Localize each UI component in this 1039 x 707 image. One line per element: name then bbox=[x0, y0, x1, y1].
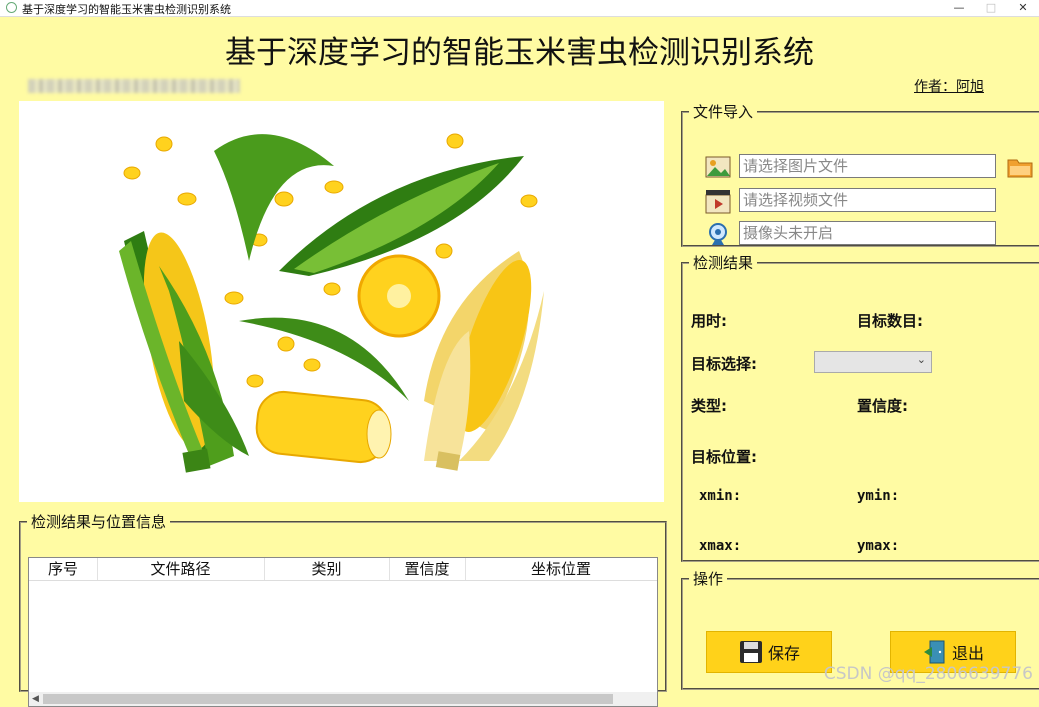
save-button-label: 保存 bbox=[767, 644, 800, 663]
table-header: 序号 文件路径 类别 置信度 坐标位置 bbox=[29, 558, 657, 581]
column-header-confidence[interactable]: 置信度 bbox=[389, 558, 466, 580]
ymin-label: ymin: bbox=[857, 488, 900, 504]
target-select-label: 目标选择: bbox=[691, 355, 757, 373]
camera-icon[interactable] bbox=[705, 221, 731, 247]
folder-icon[interactable] bbox=[1007, 154, 1033, 180]
image-display bbox=[19, 101, 664, 502]
target-select-combobox[interactable]: ⌄ bbox=[814, 351, 932, 373]
confidence-label: 置信度: bbox=[857, 397, 908, 415]
scrollbar-thumb[interactable] bbox=[43, 694, 613, 704]
result-table-group: 检测结果与位置信息 序号 文件路径 类别 置信度 坐标位置 ◀ bbox=[19, 511, 667, 707]
minimize-button[interactable]: — bbox=[943, 0, 975, 16]
app-title: 基于深度学习的智能玉米害虫检测识别系统 bbox=[225, 35, 814, 71]
result-table-legend: 检测结果与位置信息 bbox=[31, 513, 167, 531]
ymax-label: ymax: bbox=[857, 538, 900, 554]
author-link[interactable]: 作者：阿旭 bbox=[914, 76, 984, 96]
close-button[interactable]: ✕ bbox=[1007, 0, 1039, 16]
file-import-legend: 文件导入 bbox=[693, 103, 754, 121]
time-label: 用时: bbox=[691, 312, 727, 330]
exit-icon bbox=[923, 640, 945, 664]
exit-button-label: 退出 bbox=[951, 644, 984, 663]
detection-results-group: 检测结果 用时: 目标数目: 目标选择: ⌄ 类型: 置信度: 目标位置: xm… bbox=[681, 252, 1039, 562]
column-header-index[interactable]: 序号 bbox=[29, 558, 98, 580]
file-import-group: 文件导入 请选择图片文件 请选择视频文件 摄像头未开启 bbox=[681, 101, 1039, 247]
type-label: 类型: bbox=[691, 397, 727, 415]
scroll-left-icon[interactable]: ◀ bbox=[32, 692, 39, 706]
target-count-label: 目标数目: bbox=[857, 312, 923, 330]
window-titlebar: 基于深度学习的智能玉米害虫检测识别系统 — □ ✕ bbox=[0, 0, 1039, 17]
chevron-down-icon: ⌄ bbox=[916, 353, 926, 366]
column-header-coordinates[interactable]: 坐标位置 bbox=[465, 558, 657, 580]
blurred-text bbox=[28, 79, 240, 93]
horizontal-scrollbar[interactable]: ◀ bbox=[29, 692, 657, 706]
xmin-label: xmin: bbox=[699, 488, 742, 504]
image-file-input[interactable]: 请选择图片文件 bbox=[739, 154, 996, 178]
target-position-label: 目标位置: bbox=[691, 448, 757, 466]
video-file-input[interactable]: 请选择视频文件 bbox=[739, 188, 996, 212]
watermark: CSDN @qq_2806639776 bbox=[823, 664, 1033, 684]
save-button[interactable]: 保存 bbox=[706, 631, 832, 673]
result-table[interactable]: 序号 文件路径 类别 置信度 坐标位置 ◀ bbox=[28, 557, 658, 707]
image-file-icon[interactable] bbox=[705, 154, 731, 180]
column-header-file-path[interactable]: 文件路径 bbox=[97, 558, 265, 580]
camera-status-input[interactable]: 摄像头未开启 bbox=[739, 221, 996, 245]
window-title: 基于深度学习的智能玉米害虫检测识别系统 bbox=[22, 3, 231, 16]
operations-legend: 操作 bbox=[693, 570, 724, 588]
maximize-button[interactable]: □ bbox=[975, 0, 1007, 16]
save-icon bbox=[739, 641, 762, 663]
corn-illustration bbox=[119, 133, 544, 473]
xmax-label: xmax: bbox=[699, 538, 742, 554]
app-icon bbox=[6, 2, 17, 13]
video-file-icon[interactable] bbox=[705, 188, 731, 214]
column-header-class[interactable]: 类别 bbox=[264, 558, 390, 580]
detection-results-legend: 检测结果 bbox=[693, 254, 754, 272]
